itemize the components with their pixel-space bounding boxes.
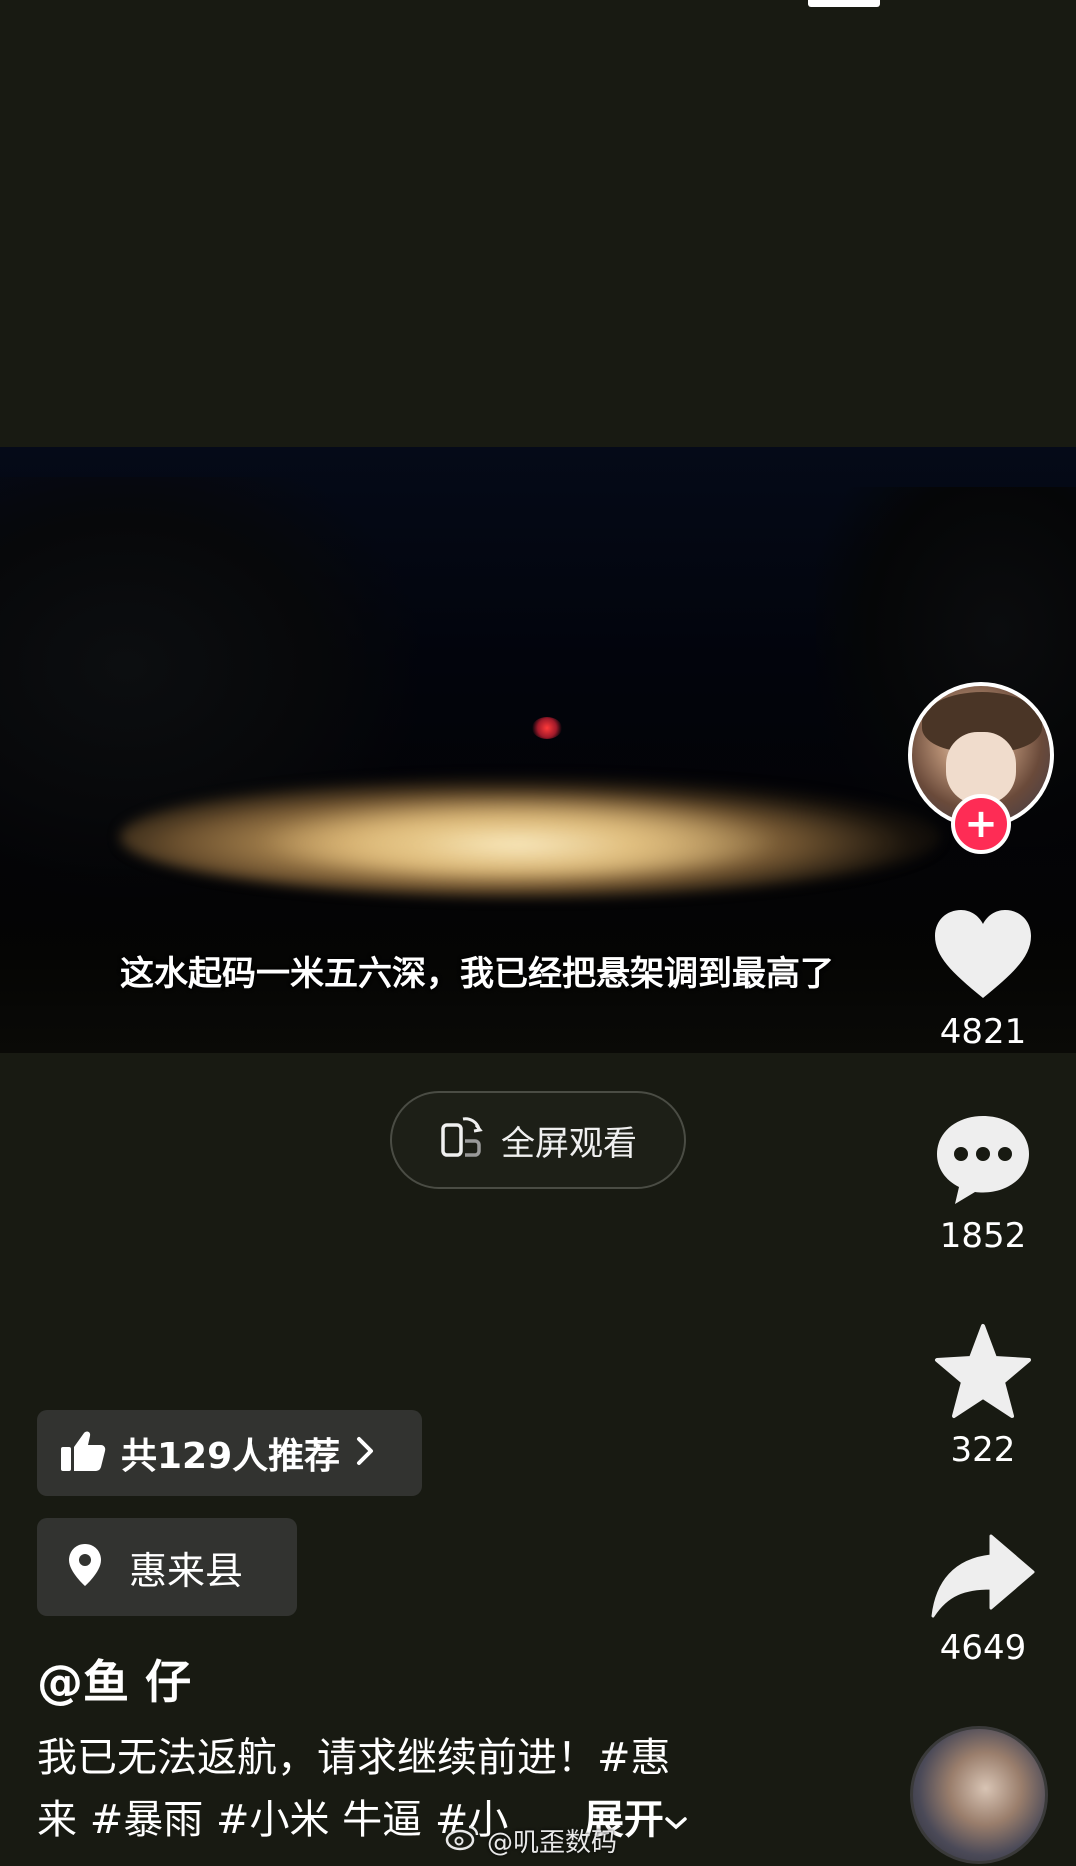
- thumbs-up-icon: [59, 1429, 107, 1477]
- video-scene-taillight: [532, 717, 562, 739]
- fullscreen-label: 全屏观看: [501, 1123, 637, 1164]
- rotate-screen-icon: [439, 1115, 485, 1165]
- chevron-down-icon: [664, 1797, 688, 1843]
- music-disc[interactable]: [910, 1726, 1048, 1864]
- description-line: 我已无法返航，请求继续前进！#惠: [37, 1735, 671, 1781]
- like-count: 4821: [939, 1012, 1027, 1052]
- comment-count: 1852: [939, 1216, 1027, 1256]
- video-description: 我已无法返航，请求继续前进！#惠 来 #暴雨 #小米 牛逼 #小 展开: [37, 1727, 757, 1851]
- watermark-text: @叽歪数码: [487, 1828, 618, 1858]
- share-arrow-icon: [929, 1532, 1037, 1622]
- location-chip[interactable]: 惠来县: [37, 1518, 297, 1616]
- weibo-logo-icon: [445, 1823, 479, 1858]
- comment-bubble-icon: [933, 1110, 1033, 1210]
- star-icon: [931, 1322, 1035, 1424]
- location-label: 惠来县: [129, 1548, 244, 1593]
- tab-indicator: [808, 0, 880, 7]
- chevron-right-icon: [354, 1435, 376, 1471]
- location-pin-icon: [67, 1542, 103, 1592]
- comment-button[interactable]: 1852: [918, 1110, 1048, 1256]
- share-button[interactable]: 4649: [918, 1532, 1048, 1668]
- video-subtitle: 这水起码一米五六深，我已经把悬架调到最高了: [120, 954, 834, 994]
- favorite-button[interactable]: 322: [918, 1322, 1048, 1470]
- favorite-count: 322: [950, 1430, 1016, 1470]
- recommend-label: 共129人推荐: [121, 1436, 341, 1477]
- share-count: 4649: [939, 1628, 1027, 1668]
- heart-icon: [931, 906, 1035, 1006]
- fullscreen-button[interactable]: 全屏观看: [390, 1091, 686, 1189]
- watermark: @叽歪数码: [445, 1822, 617, 1859]
- author-name[interactable]: @鱼 仔: [37, 1646, 191, 1712]
- like-button[interactable]: 4821: [918, 906, 1048, 1052]
- video-scene-headlight-glow: [260, 797, 780, 877]
- description-line: 来 #暴雨 #小米 牛逼 #小: [37, 1797, 509, 1843]
- recommend-chip[interactable]: 共129人推荐: [37, 1410, 422, 1496]
- follow-plus-icon[interactable]: +: [951, 794, 1011, 854]
